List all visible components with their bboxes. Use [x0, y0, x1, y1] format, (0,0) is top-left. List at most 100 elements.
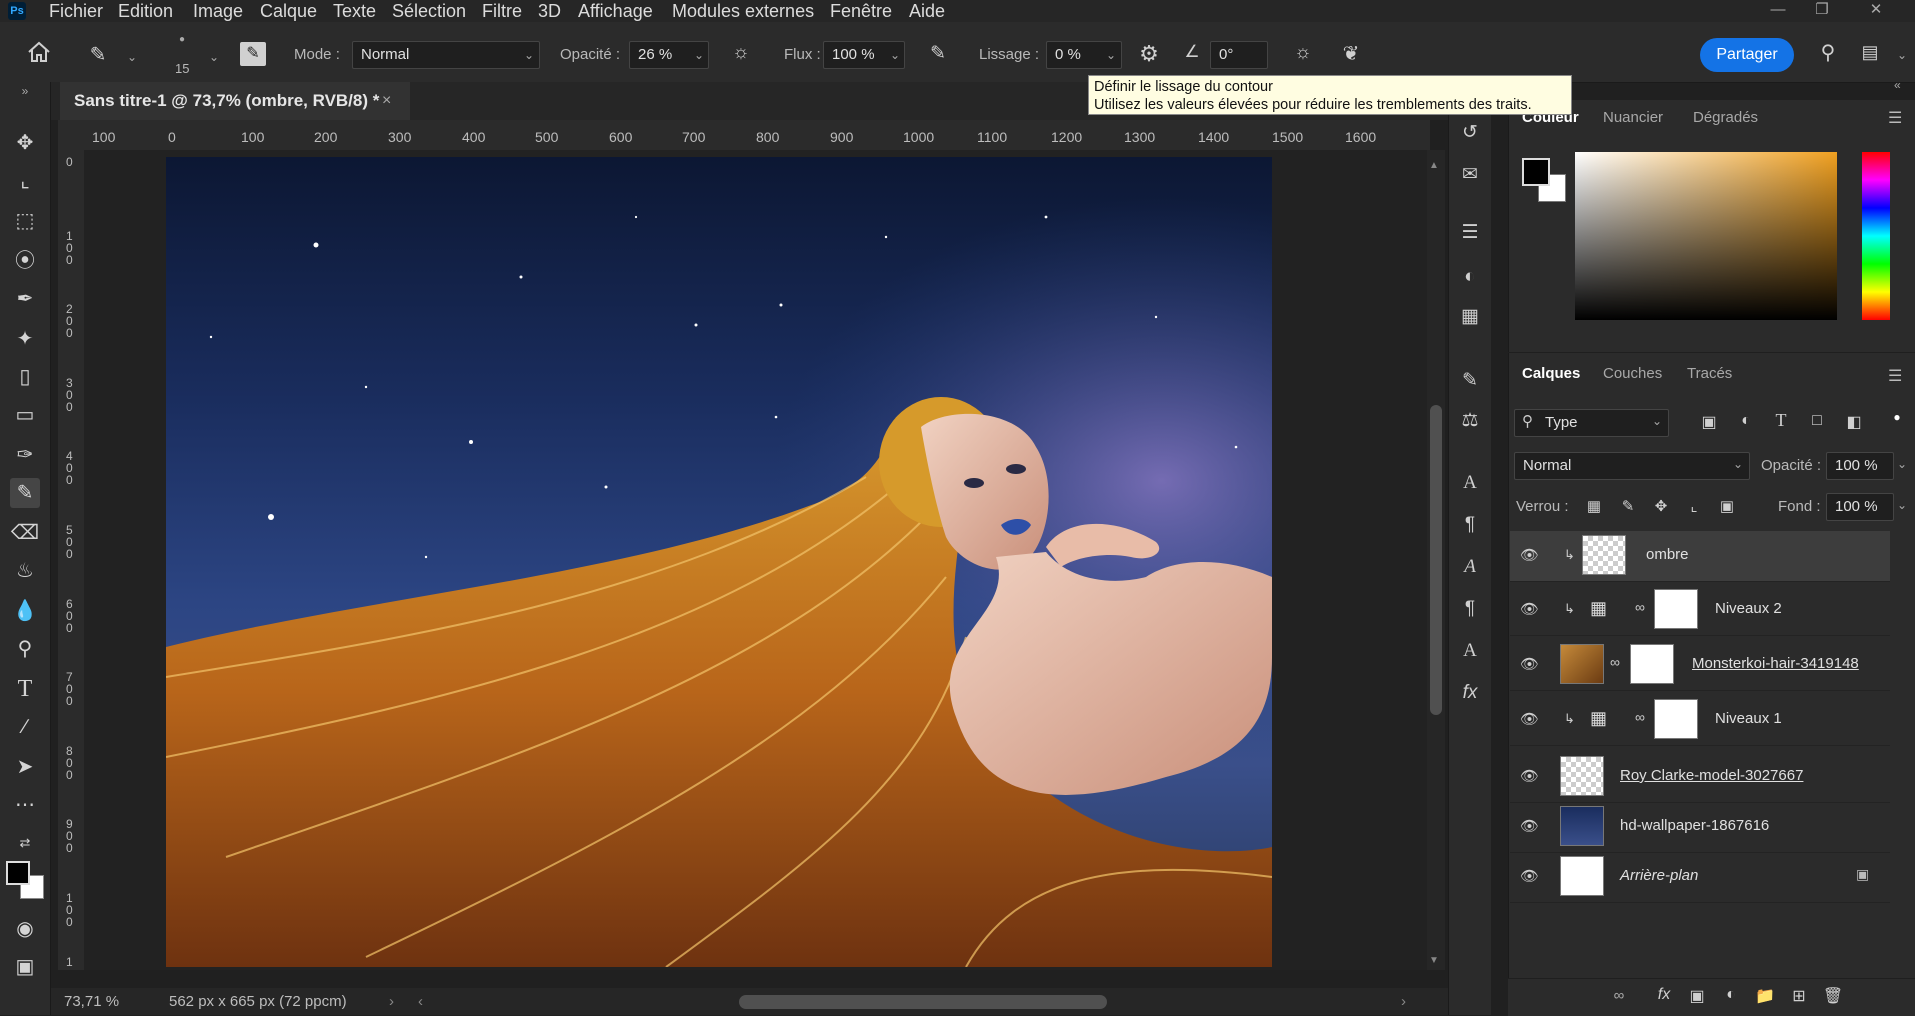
panel-foreground-swatch[interactable]	[1522, 158, 1550, 186]
paint-bucket-tool-icon[interactable]: ♨	[10, 556, 40, 586]
smart-object-filter-icon[interactable]: ◧	[1843, 412, 1865, 432]
eraser-tool-icon[interactable]: ⌫	[10, 518, 40, 548]
pressure-opacity-icon[interactable]: ☼	[728, 42, 754, 64]
pen-selection-tool-icon[interactable]: ✒	[10, 284, 40, 314]
lock-position-icon[interactable]: ✥	[1651, 497, 1671, 515]
canvas-vertical-scrollbar[interactable]: ▲ ▼	[1427, 150, 1445, 970]
layer-mask-thumbnail[interactable]	[1630, 644, 1674, 684]
layer-opacity-field[interactable]: 100 %	[1826, 452, 1894, 480]
lock-transparency-icon[interactable]: ▦	[1584, 497, 1604, 515]
document-info[interactable]: 562 px x 665 px (72 ppcm)	[169, 993, 347, 1010]
character-styles-icon[interactable]: A	[1457, 638, 1483, 664]
marquee-tool-icon[interactable]: ⬚	[10, 206, 40, 236]
brush-preset-icon[interactable]: ✎	[86, 42, 110, 67]
menu-modules-externes[interactable]: Modules externes	[672, 0, 814, 22]
visibility-eye-icon[interactable]: 👁	[1520, 546, 1539, 564]
layer-row[interactable]: 👁 hd-wallpaper-1867616	[1510, 802, 1890, 853]
shape-filter-icon[interactable]: □	[1806, 412, 1828, 430]
layer-name[interactable]: Roy Clarke-model-3027667	[1620, 767, 1803, 784]
canvas-area[interactable]	[84, 150, 1430, 970]
image-filter-icon[interactable]: ▣	[1698, 412, 1720, 432]
tab-couches[interactable]: Couches	[1603, 365, 1662, 382]
hue-slider[interactable]	[1862, 152, 1890, 320]
crop-tool-icon[interactable]: ⌞	[10, 166, 40, 196]
panel-menu-icon[interactable]: ☰	[1888, 366, 1902, 386]
chevron-down-icon[interactable]: ⌄	[1897, 48, 1907, 62]
new-layer-icon[interactable]: ⊞	[1788, 986, 1810, 1006]
document-tab[interactable]: Sans titre-1 @ 73,7% (ombre, RVB/8) * ×	[60, 82, 410, 120]
path-selection-tool-icon[interactable]: ➤	[10, 752, 40, 782]
scroll-down-icon[interactable]: ▼	[1429, 955, 1439, 966]
brush-tip-icon[interactable]: ●	[170, 34, 194, 45]
menu-3d[interactable]: 3D	[538, 0, 561, 22]
brush-tool-icon[interactable]: ✎	[10, 478, 40, 508]
layer-blend-mode-select[interactable]: Normal	[1514, 452, 1750, 480]
tab-degrades[interactable]: Dégradés	[1693, 109, 1758, 126]
menu-filtre[interactable]: Filtre	[482, 0, 522, 22]
close-window-icon[interactable]: ✕	[1857, 0, 1895, 22]
blur-tool-icon[interactable]: 💧	[10, 596, 40, 626]
brush-panel-icon[interactable]: ✎	[1457, 368, 1483, 394]
visibility-eye-icon[interactable]: 👁	[1520, 767, 1539, 785]
line-tool-icon[interactable]: ∕	[10, 712, 40, 742]
visibility-eye-icon[interactable]: 👁	[1520, 710, 1539, 728]
glyphs-icon[interactable]: A	[1457, 554, 1483, 580]
link-layers-icon[interactable]: ∞	[1608, 987, 1630, 1004]
dodge-tool-icon[interactable]: ⚲	[10, 634, 40, 664]
menu-image[interactable]: Image	[193, 0, 243, 22]
tab-nuancier[interactable]: Nuancier	[1603, 109, 1663, 126]
home-icon[interactable]	[24, 40, 54, 66]
layer-row[interactable]: 👁 Arrière-plan ▣	[1510, 852, 1890, 903]
gear-icon[interactable]: ⚙	[1136, 41, 1162, 67]
layer-name[interactable]: Arrière-plan	[1620, 867, 1698, 884]
new-adjustment-layer-icon[interactable]: ◐	[1720, 986, 1742, 1004]
brush-settings-icon[interactable]: ✎	[240, 42, 266, 66]
visibility-eye-icon[interactable]: 👁	[1520, 817, 1539, 835]
adjustments-icon[interactable]: ◐	[1457, 264, 1483, 290]
menu-fenetre[interactable]: Fenêtre	[830, 0, 892, 22]
stamp-tool-icon[interactable]: ▯	[10, 362, 40, 392]
tool-presets-icon[interactable]: ⚖	[1457, 408, 1483, 434]
move-tool-icon[interactable]: ✥	[10, 128, 40, 158]
lasso-tool-icon[interactable]: ⦿	[10, 246, 40, 276]
lock-all-icon[interactable]: ▣	[1717, 497, 1737, 515]
mode-select[interactable]: Normal	[352, 41, 540, 69]
foreground-color-swatch[interactable]	[6, 861, 30, 885]
chevron-down-icon[interactable]: ⌄	[1897, 457, 1907, 471]
share-button[interactable]: Partager	[1700, 38, 1794, 72]
layer-name[interactable]: ombre	[1646, 546, 1689, 563]
layer-row[interactable]: 👁 ∞ Monsterkoi-hair-3419148	[1510, 640, 1890, 691]
fx-icon[interactable]: fx	[1457, 680, 1483, 706]
layer-mask-thumbnail[interactable]	[1654, 589, 1698, 629]
angle-field[interactable]: 0°	[1210, 41, 1268, 69]
chevron-right-icon[interactable]: ›	[389, 993, 394, 1010]
more-tools-icon[interactable]: ⋯	[10, 790, 40, 820]
layer-row[interactable]: 👁 Roy Clarke-model-3027667	[1510, 752, 1890, 803]
workspace-icon[interactable]: ▤	[1857, 42, 1883, 63]
search-icon[interactable]: ⚲	[1815, 40, 1841, 65]
scroll-left-icon[interactable]: ‹	[418, 993, 423, 1010]
tab-calques[interactable]: Calques	[1522, 365, 1580, 382]
menu-fichier[interactable]: Fichier	[49, 0, 103, 22]
visibility-eye-icon[interactable]: 👁	[1520, 655, 1539, 673]
vertical-scroll-thumb[interactable]	[1430, 405, 1442, 715]
chevron-down-icon[interactable]: ⌄	[890, 48, 900, 62]
fill-field[interactable]: 100 %	[1826, 493, 1894, 521]
color-picker-field[interactable]	[1575, 152, 1837, 320]
type-tool-icon[interactable]: T	[10, 674, 40, 704]
menu-texte[interactable]: Texte	[333, 0, 376, 22]
menu-affichage[interactable]: Affichage	[578, 0, 653, 22]
layer-row[interactable]: 👁 ↳ ombre	[1510, 531, 1890, 582]
menu-selection[interactable]: Sélection	[392, 0, 466, 22]
chevron-down-icon[interactable]: ⌄	[1106, 48, 1116, 62]
menu-calque[interactable]: Calque	[260, 0, 317, 22]
menu-edition[interactable]: Edition	[118, 0, 173, 22]
chevron-down-icon[interactable]: ⌄	[694, 48, 704, 62]
history-icon[interactable]: ↺	[1457, 120, 1483, 146]
new-group-icon[interactable]: 📁	[1754, 986, 1776, 1006]
layer-name[interactable]: hd-wallpaper-1867616	[1620, 817, 1769, 834]
panel-menu-icon[interactable]: ☰	[1888, 108, 1902, 128]
paragraph-icon[interactable]: ¶	[1457, 512, 1483, 538]
tab-traces[interactable]: Tracés	[1687, 365, 1732, 382]
menu-aide[interactable]: Aide	[909, 0, 945, 22]
